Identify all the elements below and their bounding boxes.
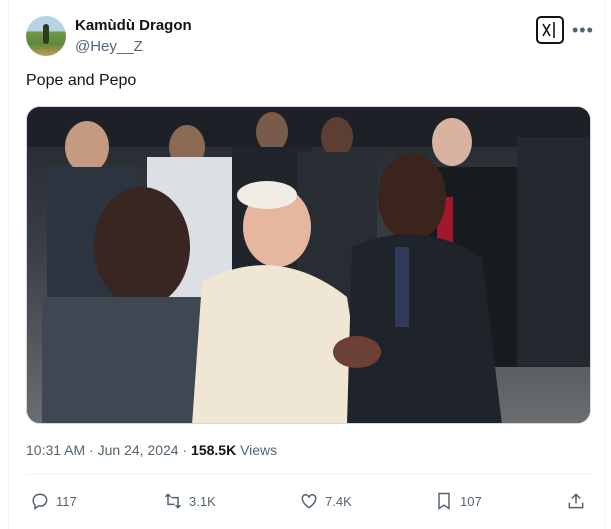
share-icon xyxy=(568,493,584,509)
repost-count: 3.1K xyxy=(189,493,216,509)
like-count: 7.4K xyxy=(325,493,352,509)
bookmark-icon xyxy=(438,492,450,510)
tweet-photo[interactable] xyxy=(26,106,591,424)
repost-button[interactable]: 3.1K xyxy=(163,489,216,513)
meta-separator: · xyxy=(89,442,94,458)
tweet-text: Pope and Pepo xyxy=(26,72,137,89)
divider xyxy=(26,474,591,475)
views-label: Views xyxy=(240,442,278,458)
tweet-meta: 10:31 AM · Jun 24, 2024 · 158.5K Views xyxy=(26,442,277,458)
bookmark-count: 107 xyxy=(460,493,482,509)
meta-separator: · xyxy=(182,442,188,458)
like-button[interactable]: 7.4K xyxy=(299,489,352,513)
reply-button[interactable]: 117 xyxy=(30,489,77,513)
author-name[interactable]: Kamùdù Dragon xyxy=(75,17,192,34)
grok-icon[interactable] xyxy=(536,16,564,44)
share-button[interactable] xyxy=(566,489,586,513)
tweet-time[interactable]: 10:31 AM xyxy=(26,442,85,458)
tweet-date[interactable]: Jun 24, 2024 xyxy=(98,442,179,458)
avatar[interactable] xyxy=(26,16,66,56)
reply-icon xyxy=(32,493,48,510)
like-icon xyxy=(301,493,317,509)
reply-count: 117 xyxy=(56,493,77,509)
repost-icon xyxy=(164,493,182,509)
more-icon[interactable]: ••• xyxy=(572,16,594,44)
author-handle[interactable]: @Hey__Z xyxy=(75,38,143,55)
bookmark-button[interactable]: 107 xyxy=(434,489,482,513)
views-count: 158.5K xyxy=(191,442,237,458)
